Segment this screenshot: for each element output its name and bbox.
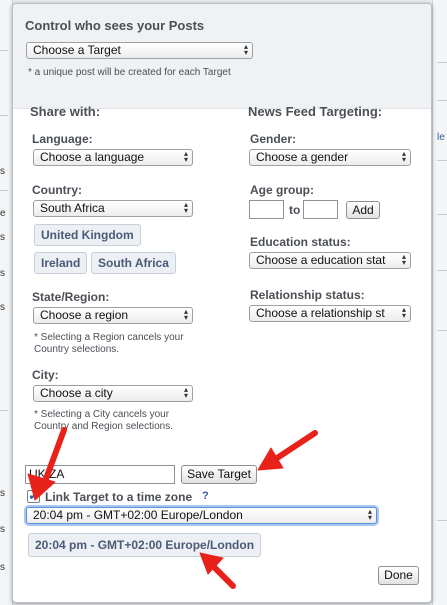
checkmark-icon: ✓ — [28, 487, 40, 503]
country-select[interactable]: South Africa ▴ ▾ — [33, 200, 193, 217]
popup-title: Control who sees your Posts — [25, 18, 205, 33]
language-select[interactable]: Choose a language ▴ ▾ — [33, 149, 193, 166]
language-label: Language: — [32, 132, 93, 146]
country-label: Country: — [32, 183, 82, 197]
relationship-label: Relationship status: — [250, 288, 365, 302]
divider — [437, 160, 447, 161]
divider — [437, 62, 447, 63]
divider — [0, 115, 8, 116]
target-select[interactable]: Choose a Target ▴ ▾ — [26, 42, 253, 59]
timezone-select-value: 20:04 pm - GMT+02:00 Europe/London — [33, 508, 243, 522]
country-select-value: South Africa — [40, 201, 105, 215]
background-text: e — [0, 208, 6, 219]
timezone-chip[interactable]: 20:04 pm - GMT+02:00 Europe/London — [28, 533, 262, 557]
relationship-select-value: Choose a relationship st — [256, 306, 385, 320]
background-text: s — [0, 524, 5, 535]
link-timezone-checkbox[interactable]: ✓ — [27, 487, 40, 503]
relationship-select[interactable]: Choose a relationship st ▴ ▾ — [249, 305, 411, 322]
background-text: s — [0, 488, 5, 499]
age-group-label: Age group: — [250, 183, 314, 197]
city-note: * Selecting a City cancels your Country … — [34, 409, 173, 432]
target-note: * a unique post will be created for each… — [28, 67, 231, 78]
region-select-value: Choose a region — [40, 308, 129, 322]
region-select[interactable]: Choose a region ▴ ▾ — [33, 307, 193, 324]
help-icon[interactable]: ? — [202, 490, 209, 502]
targeting-popup: Control who sees your Posts Choose a Tar… — [12, 3, 432, 603]
select-arrows-icon: ▴ ▾ — [367, 507, 372, 522]
region-note: * Selecting a Region cancels your Countr… — [34, 332, 184, 355]
gender-select[interactable]: Choose a gender ▴ ▾ — [249, 149, 411, 166]
divider — [437, 330, 447, 331]
background-text: s — [0, 302, 5, 313]
education-select-value: Choose a education stat — [256, 253, 386, 267]
country-chip-south-africa[interactable]: South Africa — [91, 252, 176, 274]
target-select-value: Choose a Target — [33, 43, 121, 57]
link-timezone-label: Link Target to a time zone — [45, 490, 193, 504]
background-text: s — [0, 232, 5, 243]
target-name-input[interactable]: UK ZA — [25, 465, 175, 484]
education-label: Education status: — [250, 235, 351, 249]
education-select[interactable]: Choose a education stat ▴ ▾ — [249, 252, 411, 269]
background-link[interactable]: le — [437, 132, 445, 143]
select-arrows-icon: ▴ ▾ — [401, 149, 406, 164]
timezone-select[interactable]: 20:04 pm - GMT+02:00 Europe/London ▴ ▾ — [26, 507, 377, 524]
divider — [437, 270, 447, 271]
share-with-heading: Share with: — [30, 104, 101, 119]
select-arrows-icon: ▴ ▾ — [183, 307, 188, 322]
add-age-button[interactable]: Add — [346, 201, 380, 219]
divider — [437, 100, 447, 101]
select-arrows-icon: ▴ ▾ — [243, 42, 248, 57]
news-feed-heading: News Feed Targeting: — [248, 104, 383, 119]
gender-label: Gender: — [250, 132, 297, 146]
select-arrows-icon: ▴ ▾ — [183, 385, 188, 400]
city-select-value: Choose a city — [40, 386, 113, 400]
city-select[interactable]: Choose a city ▴ ▾ — [33, 385, 193, 402]
age-to-input[interactable] — [303, 200, 338, 219]
city-label: City: — [32, 368, 59, 382]
country-chip-united-kingdom[interactable]: United Kingdom — [34, 224, 141, 246]
background-text: s — [0, 562, 5, 573]
language-select-value: Choose a language — [40, 150, 145, 164]
gender-select-value: Choose a gender — [256, 150, 349, 164]
divider — [437, 214, 447, 215]
select-arrows-icon: ▴ ▾ — [401, 305, 406, 320]
age-to-label: to — [289, 203, 301, 217]
divider — [0, 190, 8, 191]
select-arrows-icon: ▴ ▾ — [183, 200, 188, 215]
region-label: State/Region: — [32, 290, 110, 304]
select-arrows-icon: ▴ ▾ — [183, 149, 188, 164]
done-button[interactable]: Done — [378, 566, 419, 585]
background-right-strip: le — [432, 0, 447, 605]
background-text: s — [0, 268, 5, 279]
divider — [437, 520, 447, 521]
save-target-button[interactable]: Save Target — [181, 465, 257, 484]
divider — [0, 410, 8, 411]
background-text: s — [0, 166, 5, 177]
select-arrows-icon: ▴ ▾ — [401, 252, 406, 267]
country-chip-ireland[interactable]: Ireland — [34, 252, 88, 274]
divider — [0, 50, 8, 51]
age-from-input[interactable] — [249, 200, 284, 219]
